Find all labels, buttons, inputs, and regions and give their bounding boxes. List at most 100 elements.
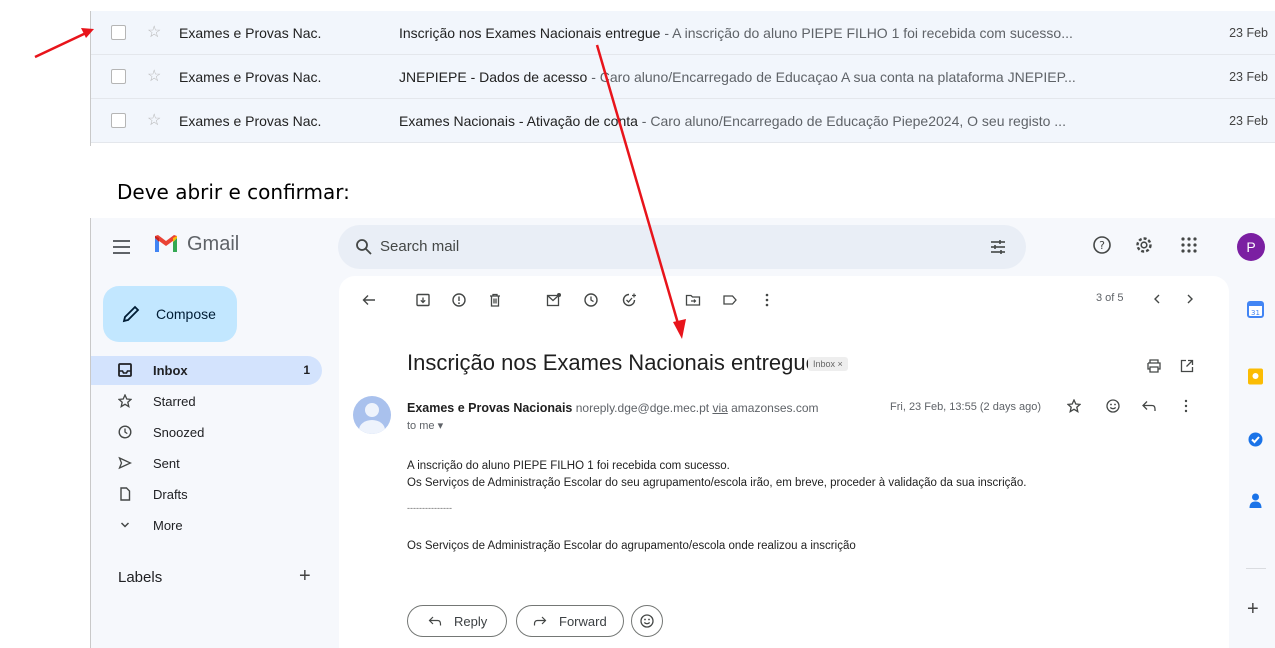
sidebar-item-snoozed[interactable]: Snoozed (91, 418, 322, 447)
side-panel-rail: 31 + (1234, 276, 1275, 648)
message-subject: Inscrição nos Exames Nacionais entregue (407, 350, 818, 375)
search-icon[interactable] (355, 238, 373, 256)
message-more-icon[interactable] (1179, 399, 1193, 413)
select-checkbox[interactable] (111, 113, 126, 128)
back-arrow-icon[interactable] (361, 292, 377, 308)
sidebar-item-inbox[interactable]: Inbox 1 (91, 356, 322, 385)
sidebar-item-more[interactable]: More (91, 511, 322, 540)
help-icon[interactable]: ? (1092, 235, 1112, 255)
message-row[interactable]: ☆ Exames e Provas Nac. Inscrição nos Exa… (91, 11, 1275, 55)
pagination-text: 3 of 5 (1096, 292, 1124, 304)
forward-label: Forward (559, 614, 607, 629)
row-subject-text: Exames Nacionais - Ativação de conta (399, 112, 638, 129)
sidebar-item-label: More (153, 518, 183, 533)
sender-avatar (353, 396, 391, 434)
snooze-clock-icon[interactable] (583, 292, 599, 308)
row-sender: Exames e Provas Nac. (179, 68, 322, 85)
instruction-text: Deve abrir e confirmar: (117, 180, 350, 204)
annotation-arrow-left (34, 28, 94, 59)
row-subject-text: JNEPIEPE - Dados de acesso (399, 68, 588, 85)
star-icon[interactable]: ☆ (147, 68, 161, 85)
compose-button[interactable]: Compose (103, 286, 237, 342)
reply-icon (428, 616, 442, 626)
compose-label: Compose (156, 306, 216, 322)
top-bar: Gmail Search mail ? P (91, 218, 1275, 276)
row-date: 23 Feb (1229, 69, 1268, 84)
row-sender: Exames e Provas Nac. (179, 112, 322, 129)
account-avatar[interactable]: P (1237, 233, 1265, 261)
star-icon (118, 394, 132, 408)
row-snippet: - Caro aluno/Encarregado de Educaçao A s… (587, 68, 1076, 85)
tasks-icon[interactable] (1247, 431, 1264, 448)
reply-icon[interactable] (1141, 399, 1157, 413)
add-label-icon[interactable]: + (299, 565, 311, 588)
next-message-icon[interactable] (1184, 292, 1196, 306)
sender-name: Exames e Provas Nacionais (407, 401, 573, 415)
emoji-button[interactable] (631, 605, 663, 637)
add-addon-icon[interactable]: + (1247, 598, 1259, 621)
via-link[interactable]: via (712, 401, 727, 415)
apps-grid-icon[interactable] (1179, 235, 1199, 255)
label-tag-icon[interactable] (722, 292, 738, 308)
sidebar-item-starred[interactable]: Starred (91, 387, 322, 416)
row-subject-text: Inscrição nos Exames Nacionais entregue (399, 24, 661, 41)
emoji-reaction-icon[interactable] (1105, 398, 1121, 414)
message-row[interactable]: ☆ Exames e Provas Nac. JNEPIEPE - Dados … (91, 55, 1275, 99)
sender-email: noreply.dge@dge.mec.pt (575, 401, 710, 415)
contacts-icon[interactable] (1247, 492, 1264, 509)
svg-text:?: ? (1099, 239, 1105, 252)
add-task-icon[interactable] (621, 292, 637, 308)
star-icon[interactable]: ☆ (147, 112, 161, 129)
message-view: 3 of 5 Inscrição nos Exames Nacionais en… (339, 276, 1229, 648)
message-body-line: A inscrição do aluno PIEPE FILHO 1 foi r… (407, 460, 730, 472)
report-spam-icon[interactable] (451, 292, 467, 308)
message-date: Fri, 23 Feb, 13:55 (2 days ago) (890, 401, 1042, 413)
mark-unread-icon[interactable] (546, 292, 562, 308)
star-icon[interactable]: ☆ (147, 24, 161, 41)
inbox-icon (118, 363, 132, 377)
gmail-logo-icon (155, 235, 177, 252)
emoji-icon (640, 614, 654, 628)
sidebar-item-label: Drafts (153, 487, 188, 502)
keep-notes-icon[interactable] (1247, 368, 1264, 385)
search-options-icon[interactable] (989, 238, 1007, 256)
print-icon[interactable] (1146, 358, 1162, 374)
more-options-icon[interactable] (759, 292, 775, 308)
sender-line: Exames e Provas Nacionais noreply.dge@dg… (407, 401, 819, 415)
labels-heading: Labels (118, 569, 163, 586)
unread-count: 1 (303, 363, 310, 377)
calendar-icon[interactable]: 31 (1247, 301, 1264, 318)
open-new-window-icon[interactable] (1179, 358, 1195, 374)
reply-label: Reply (454, 614, 488, 629)
sidebar-item-label: Inbox (153, 363, 188, 378)
row-date: 23 Feb (1229, 113, 1268, 128)
app-name: Gmail (187, 233, 240, 255)
forward-icon (533, 616, 547, 626)
row-snippet: - Caro aluno/Encarregado de Educação Pie… (637, 112, 1066, 129)
sidebar-item-sent[interactable]: Sent (91, 449, 322, 478)
via-domain: amazonses.com (731, 401, 819, 415)
search-input[interactable]: Search mail (380, 238, 459, 255)
sidebar-item-label: Sent (153, 456, 180, 471)
rail-divider (1246, 568, 1266, 569)
row-subject: JNEPIEPE - Dados de acesso - Caro aluno/… (399, 69, 1169, 85)
settings-gear-icon[interactable] (1134, 235, 1154, 255)
select-checkbox[interactable] (111, 69, 126, 84)
svg-text:31: 31 (1251, 309, 1260, 317)
star-icon[interactable] (1067, 399, 1081, 413)
inbox-message-list: ☆ Exames e Provas Nac. Inscrição nos Exa… (90, 11, 1275, 146)
recipient-dropdown[interactable]: to me ▾ (407, 419, 443, 432)
inbox-label-badge[interactable]: Inbox × (808, 357, 848, 371)
forward-button[interactable]: Forward (516, 605, 624, 637)
menu-icon[interactable] (113, 236, 131, 258)
move-to-folder-icon[interactable] (685, 292, 701, 308)
delete-icon[interactable] (487, 292, 503, 308)
search-bar[interactable]: Search mail (338, 225, 1026, 269)
sidebar-item-label: Starred (153, 394, 196, 409)
sidebar-item-drafts[interactable]: Drafts (91, 480, 322, 509)
reply-button[interactable]: Reply (407, 605, 507, 637)
archive-icon[interactable] (415, 292, 431, 308)
select-checkbox[interactable] (111, 25, 126, 40)
previous-message-icon[interactable] (1151, 292, 1163, 306)
message-row[interactable]: ☆ Exames e Provas Nac. Exames Nacionais … (91, 99, 1275, 143)
